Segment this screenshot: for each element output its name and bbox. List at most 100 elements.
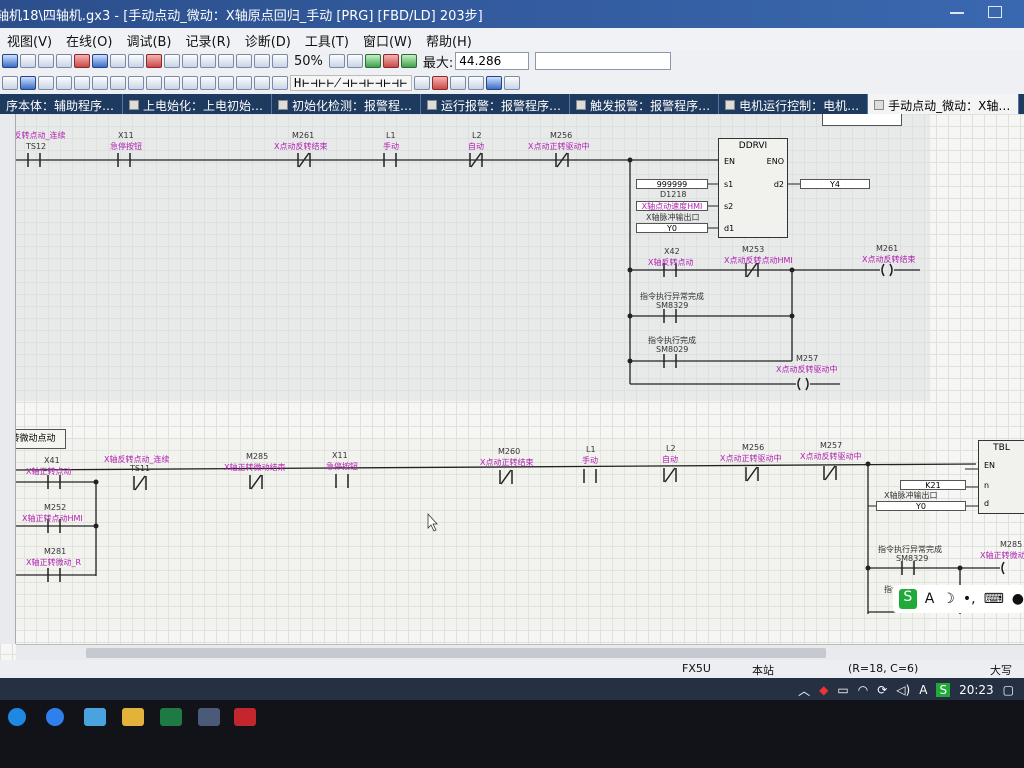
- sogou-logo-icon[interactable]: S: [899, 589, 917, 609]
- program-icon[interactable]: [200, 54, 216, 68]
- ladder-symbol-palette[interactable]: H⊢⊣⊢⊬⊣⊢⊣⊢⊣⊢⊣⊢: [290, 75, 413, 91]
- zoom-level[interactable]: 50%: [290, 54, 327, 69]
- restore-button[interactable]: [988, 6, 1002, 18]
- ddrvi-function-block[interactable]: DDRVI EN ENO s1 d2 s2 d1: [718, 138, 788, 238]
- comment-icon[interactable]: [164, 76, 180, 90]
- format-icon[interactable]: [236, 76, 252, 90]
- tab-manual-jog[interactable]: 手动点动_微动：X轴…: [868, 94, 1020, 114]
- antivirus-icon[interactable]: ◆: [819, 683, 828, 697]
- list-icon[interactable]: [164, 54, 180, 68]
- notification-icon[interactable]: ▢: [1003, 683, 1014, 697]
- browser-icon[interactable]: [46, 708, 64, 726]
- monitor-icon[interactable]: [92, 54, 108, 68]
- del-icon[interactable]: [432, 76, 449, 90]
- ladder-editor[interactable]: X轴反转点动_连续 TS12 X11 急停按钮 M261 X点动反转结束 L1 …: [0, 114, 1024, 660]
- vertical-scrollbar[interactable]: [0, 114, 16, 644]
- excel-icon[interactable]: [160, 708, 182, 726]
- menu-diagnose[interactable]: 诊断(D): [238, 31, 298, 50]
- max-value-combo[interactable]: 44.286: [455, 52, 530, 70]
- dev-icon[interactable]: [20, 76, 36, 90]
- split-icon[interactable]: [2, 76, 18, 90]
- symbol-icon[interactable]: [414, 76, 431, 90]
- menu-view[interactable]: 视图(V): [0, 31, 59, 50]
- window-icon[interactable]: [254, 76, 270, 90]
- menu-record[interactable]: 记录(R): [179, 31, 238, 50]
- write-icon[interactable]: [38, 54, 54, 68]
- ime-toolbar[interactable]: S A ☽ •, ⌨ ●: [893, 585, 1024, 613]
- fb-n-value[interactable]: K21: [900, 480, 966, 490]
- print-icon[interactable]: [182, 54, 198, 68]
- align-icon[interactable]: [272, 76, 288, 90]
- menu-window[interactable]: 窗口(W): [356, 31, 419, 50]
- stop-icon[interactable]: [74, 54, 90, 68]
- zoom-out-icon[interactable]: [272, 54, 288, 68]
- grid-icon[interactable]: [110, 76, 126, 90]
- sync-icon[interactable]: ⟳: [877, 683, 887, 697]
- terminal-icon[interactable]: [198, 708, 220, 726]
- dev-icon[interactable]: [486, 76, 503, 90]
- menu-debug[interactable]: 调试(B): [119, 31, 178, 50]
- sfc-icon[interactable]: [468, 76, 485, 90]
- sogou-tray-icon[interactable]: S: [936, 683, 951, 697]
- dev-icon[interactable]: [2, 54, 18, 68]
- rung-note-box[interactable]: [822, 114, 902, 126]
- statement-icon[interactable]: [182, 76, 198, 90]
- error-icon[interactable]: [146, 54, 162, 68]
- menu-tools[interactable]: 工具(T): [298, 31, 356, 50]
- clock[interactable]: 20:23: [959, 683, 994, 697]
- warning-icon[interactable]: [382, 54, 399, 68]
- watch-icon[interactable]: [110, 54, 126, 68]
- keyboard-icon[interactable]: ⌨: [984, 591, 1004, 607]
- fb-d1-value[interactable]: Y0: [636, 223, 708, 233]
- battery-icon[interactable]: ▭: [837, 683, 848, 697]
- compile-icon[interactable]: [218, 54, 234, 68]
- tab-init-check[interactable]: 初始化检测：报警程…: [272, 94, 422, 114]
- device-icon[interactable]: [128, 54, 144, 68]
- check-icon[interactable]: [400, 54, 417, 68]
- note-icon[interactable]: [200, 76, 216, 90]
- run-icon[interactable]: [346, 54, 363, 68]
- moon-icon[interactable]: ☽: [942, 591, 955, 607]
- line-icon[interactable]: [128, 76, 144, 90]
- read-icon[interactable]: [20, 54, 36, 68]
- user-icon[interactable]: ●: [1012, 591, 1024, 607]
- select-icon[interactable]: [504, 76, 521, 90]
- contact-icon[interactable]: [56, 76, 72, 90]
- fb-s1-value[interactable]: 999999: [636, 179, 708, 189]
- chevron-up-icon[interactable]: ︿: [798, 682, 810, 699]
- menu-online[interactable]: 在线(O): [59, 31, 119, 50]
- tab-motor-control[interactable]: 电机运行控制：电机…: [719, 94, 869, 114]
- start-icon[interactable]: [8, 708, 26, 726]
- tbl-function-block[interactable]: TBL EN n d: [978, 440, 1024, 514]
- tab-aux-program[interactable]: 序本体：辅助程序…: [0, 94, 124, 114]
- input-mode-icon[interactable]: A: [919, 683, 927, 697]
- scrollbar-thumb[interactable]: [86, 648, 826, 658]
- fb-d2-value[interactable]: Y4: [800, 179, 870, 189]
- tab-trigger-alarm[interactable]: 触发报警：报警程序…: [570, 94, 720, 114]
- function-icon[interactable]: [92, 76, 108, 90]
- folder-icon[interactable]: [122, 708, 144, 726]
- label-icon[interactable]: [450, 76, 467, 90]
- zoom-in-icon[interactable]: [254, 54, 270, 68]
- punctuation-icon[interactable]: •,: [963, 591, 976, 607]
- menu-help[interactable]: 帮助(H): [419, 31, 479, 50]
- gx-works-icon[interactable]: [234, 708, 256, 726]
- horizontal-scrollbar[interactable]: [16, 644, 1024, 660]
- layout-icon[interactable]: [218, 76, 234, 90]
- fb-s2-value[interactable]: X轴点动速度HMI: [636, 201, 708, 211]
- edit-icon[interactable]: [146, 76, 162, 90]
- verify-icon[interactable]: [56, 54, 72, 68]
- coil-icon[interactable]: [74, 76, 90, 90]
- ime-mode-label[interactable]: A: [925, 591, 935, 607]
- tab-run-alarm[interactable]: 运行报警：报警程序…: [421, 94, 571, 114]
- zoom-dropdown-icon[interactable]: [328, 54, 345, 68]
- wifi-icon[interactable]: ◠: [858, 683, 868, 697]
- toolbar-search-combo[interactable]: [535, 52, 672, 70]
- fb-d-value[interactable]: Y0: [876, 501, 966, 511]
- tab-power-init[interactable]: 上电始化：上电初始…: [123, 94, 273, 114]
- table-icon[interactable]: [38, 76, 54, 90]
- volume-icon[interactable]: ◁): [896, 683, 910, 697]
- bird-app-icon[interactable]: [84, 708, 106, 726]
- minimize-button[interactable]: [950, 6, 964, 14]
- cross-ref-icon[interactable]: [236, 54, 252, 68]
